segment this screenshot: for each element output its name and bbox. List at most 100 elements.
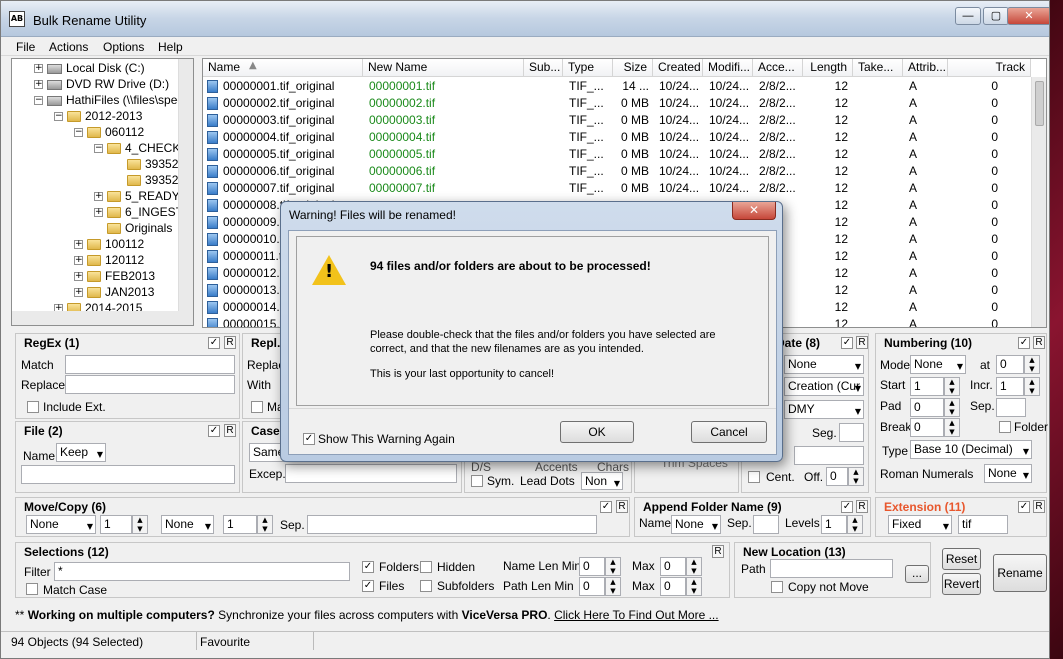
show-warning-checkbox[interactable]: ✓ bbox=[303, 433, 315, 445]
column-header[interactable]: Acce... bbox=[753, 59, 803, 77]
column-header[interactable]: Name bbox=[203, 59, 363, 77]
movecopy-select-2[interactable]: None bbox=[161, 515, 214, 534]
autodate-seg-input[interactable] bbox=[839, 423, 864, 442]
expand-toggle-icon[interactable]: + bbox=[74, 272, 83, 282]
regex-reset-button[interactable]: R bbox=[224, 336, 236, 349]
revert-button[interactable]: Revert bbox=[942, 573, 981, 595]
append-sep-input[interactable] bbox=[753, 515, 779, 534]
table-row[interactable]: 00000005.tif_original 00000005.tif TIF_...… bbox=[203, 146, 1031, 163]
num-start-input[interactable]: 1 bbox=[910, 377, 944, 396]
table-row[interactable]: 00000007.tif_original 00000007.tif TIF_...… bbox=[203, 180, 1031, 197]
column-header[interactable]: Modifi... bbox=[703, 59, 753, 77]
file-reset-button[interactable]: R bbox=[224, 424, 236, 437]
movecopy-sep-input[interactable] bbox=[307, 515, 597, 534]
title-bar[interactable]: AB Bulk Rename Utility — ▢ ✕ bbox=[1, 1, 1049, 37]
path-len-min-spinner[interactable]: ▲ ▼ bbox=[605, 577, 621, 596]
tree-node[interactable]: − 4_CHECK bbox=[94, 140, 180, 156]
files-checkbox[interactable]: ✓ bbox=[362, 580, 374, 592]
tree-node[interactable]: +6_INGEST bbox=[94, 204, 183, 220]
num-incr-spinner[interactable]: ▲ ▼ bbox=[1024, 377, 1040, 396]
file-name-input[interactable] bbox=[21, 465, 235, 484]
num-incr-input[interactable]: 1 bbox=[996, 377, 1024, 396]
expand-toggle-icon[interactable]: + bbox=[94, 208, 103, 218]
tree-node[interactable]: + Local Disk (C:) bbox=[34, 60, 145, 76]
column-header[interactable]: Created bbox=[653, 59, 703, 77]
extension-mode-select[interactable]: Fixed bbox=[888, 515, 952, 534]
column-header[interactable]: Size bbox=[613, 59, 653, 77]
cancel-button[interactable]: Cancel bbox=[691, 421, 767, 443]
movecopy-num-2[interactable]: 1 bbox=[223, 515, 257, 534]
append-enable-checkbox[interactable]: ✓ bbox=[841, 501, 853, 513]
table-row[interactable]: 00000001.tif_original 00000001.tif TIF_...… bbox=[203, 78, 1031, 95]
name-len-max-spinner[interactable]: ▲ ▼ bbox=[686, 557, 702, 576]
column-header[interactable]: Attrib... bbox=[903, 59, 948, 77]
expand-toggle-icon[interactable]: − bbox=[74, 128, 83, 138]
tree-node[interactable]: − 060112 bbox=[74, 124, 144, 140]
column-header[interactable]: Type bbox=[563, 59, 613, 77]
append-reset-button[interactable]: R bbox=[856, 500, 868, 513]
tree-node[interactable]: +100112 bbox=[74, 236, 144, 252]
include-ext-checkbox[interactable] bbox=[27, 401, 39, 413]
tree-node[interactable]: + FEB2013 bbox=[74, 268, 155, 284]
file-name-select[interactable]: Keep bbox=[56, 443, 106, 462]
remove-sym-checkbox[interactable] bbox=[471, 475, 483, 487]
tree-node[interactable]: 39352 bbox=[114, 172, 178, 188]
num-folder-checkbox[interactable] bbox=[999, 421, 1011, 433]
column-header[interactable]: New Name bbox=[363, 59, 524, 77]
autodate-format-select[interactable]: DMY bbox=[784, 400, 864, 419]
num-break-input[interactable]: 0 bbox=[910, 418, 944, 437]
expand-toggle-icon[interactable]: + bbox=[74, 288, 83, 298]
subfolders-checkbox[interactable] bbox=[420, 580, 432, 592]
ok-button[interactable]: OK bbox=[560, 421, 634, 443]
movecopy-reset-button[interactable]: R bbox=[616, 500, 628, 513]
expand-toggle-icon[interactable]: + bbox=[34, 64, 43, 74]
extension-reset-button[interactable]: R bbox=[1033, 500, 1045, 513]
rename-button[interactable]: Rename bbox=[993, 554, 1047, 592]
expand-toggle-icon[interactable]: + bbox=[74, 240, 83, 250]
num-at-spinner[interactable]: ▲ ▼ bbox=[1024, 355, 1040, 374]
autodate-type-select[interactable]: Creation (Cur bbox=[784, 377, 864, 396]
tree-node[interactable]: Originals bbox=[94, 220, 172, 236]
movecopy-spinner-2[interactable]: ▲ ▼ bbox=[257, 515, 273, 534]
num-type-select[interactable]: Base 10 (Decimal) bbox=[910, 440, 1032, 459]
close-button[interactable]: ✕ bbox=[1007, 7, 1049, 25]
menu-help[interactable]: Help bbox=[158, 40, 183, 54]
name-len-min-spinner[interactable]: ▲ ▼ bbox=[605, 557, 621, 576]
append-name-select[interactable]: None bbox=[671, 515, 721, 534]
numbering-enable-checkbox[interactable]: ✓ bbox=[1018, 337, 1030, 349]
tree-node[interactable]: +120112 bbox=[74, 252, 144, 268]
minimize-button[interactable]: — bbox=[955, 7, 981, 25]
tree-node[interactable]: − HathiFiles (\\files\spec bbox=[34, 92, 183, 108]
append-levels-input[interactable]: 1 bbox=[821, 515, 847, 534]
autodate-reset-button[interactable]: R bbox=[856, 336, 868, 349]
autodate-cent-checkbox[interactable] bbox=[748, 471, 760, 483]
num-roman-select[interactable]: None bbox=[984, 464, 1032, 483]
hidden-checkbox[interactable] bbox=[420, 561, 432, 573]
promo-link[interactable]: Click Here To Find Out More ... bbox=[554, 608, 719, 622]
filter-input[interactable]: * bbox=[54, 562, 350, 581]
tree-node[interactable]: + DVD RW Drive (D:) bbox=[34, 76, 169, 92]
table-row[interactable]: 00000002.tif_original 00000002.tif TIF_...… bbox=[203, 95, 1031, 112]
movecopy-select-1[interactable]: None bbox=[26, 515, 96, 534]
extension-input[interactable]: tif bbox=[958, 515, 1008, 534]
num-pad-input[interactable]: 0 bbox=[910, 398, 944, 417]
autodate-custom-input[interactable] bbox=[794, 446, 864, 465]
expand-toggle-icon[interactable]: − bbox=[54, 112, 63, 122]
reset-button[interactable]: Reset bbox=[942, 548, 981, 570]
num-mode-select[interactable]: None bbox=[910, 355, 966, 374]
autodate-off-spinner[interactable]: ▲ ▼ bbox=[848, 467, 864, 486]
tree-node[interactable]: + JAN2013 bbox=[74, 284, 154, 300]
browse-button[interactable]: ... bbox=[905, 565, 929, 583]
num-sep-input[interactable] bbox=[996, 398, 1026, 417]
tree-hscrollbar[interactable] bbox=[12, 311, 193, 325]
column-header[interactable]: Track bbox=[948, 59, 1031, 77]
movecopy-spinner-1[interactable]: ▲ ▼ bbox=[132, 515, 148, 534]
column-header[interactable]: Take... bbox=[853, 59, 903, 77]
path-len-max-input[interactable]: 0 bbox=[660, 577, 686, 596]
list-scrollbar[interactable] bbox=[1031, 77, 1046, 327]
table-row[interactable]: 00000004.tif_original 00000004.tif TIF_...… bbox=[203, 129, 1031, 146]
name-len-min-input[interactable]: 0 bbox=[579, 557, 605, 576]
table-row[interactable]: 00000006.tif_original 00000006.tif TIF_...… bbox=[203, 163, 1031, 180]
movecopy-enable-checkbox[interactable]: ✓ bbox=[600, 501, 612, 513]
extension-enable-checkbox[interactable]: ✓ bbox=[1018, 501, 1030, 513]
